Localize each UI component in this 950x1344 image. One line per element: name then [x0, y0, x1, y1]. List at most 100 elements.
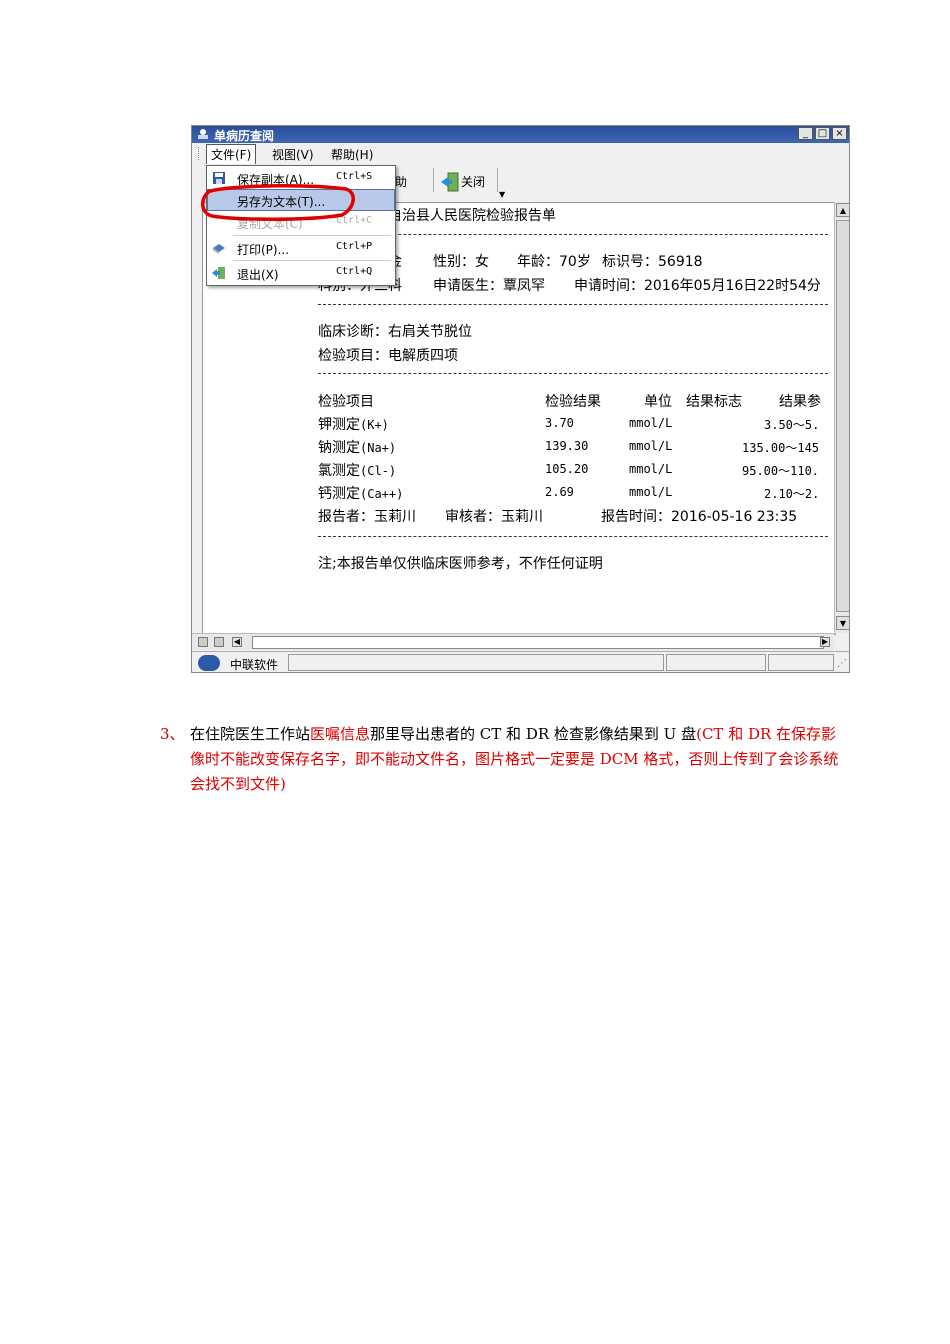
- menu-item-shortcut: Ctrl+P: [336, 241, 373, 252]
- menu-file[interactable]: 文件(F): [206, 144, 257, 165]
- test-code: (Na+): [360, 441, 397, 455]
- step-number: 3、: [160, 725, 185, 743]
- view-mode-icon[interactable]: [214, 637, 224, 647]
- menu-separator: [233, 260, 391, 261]
- scroll-left-icon[interactable]: ◀: [232, 637, 242, 647]
- app-icon: [196, 128, 210, 140]
- menu-item-shortcut: Ctrl+C: [336, 215, 373, 226]
- horizontal-scroll-thumb[interactable]: [252, 636, 824, 649]
- close-button[interactable]: 关闭: [440, 172, 486, 192]
- instruction-highlight: 医嘱信息: [310, 725, 371, 743]
- exit-door-icon: [440, 172, 459, 192]
- test-unit: mmol/L: [629, 485, 673, 499]
- close-button-label: 关闭: [461, 174, 486, 189]
- table-row-name: 氯测定(Cl-): [318, 460, 396, 480]
- table-row-name: 钾测定(K+): [318, 414, 389, 434]
- divider: [318, 536, 828, 537]
- requesting-doctor: 申请医生：覃凤罕: [433, 278, 545, 294]
- test-unit: mmol/L: [629, 462, 673, 476]
- request-time: 申请时间：2016年05月16日22时54分: [574, 278, 821, 294]
- company-name: 中联软件: [230, 658, 279, 672]
- instruction-part: 在住院医生工作站: [190, 725, 311, 743]
- menubar-grip[interactable]: [198, 147, 201, 160]
- menu-item-print[interactable]: 打印(P)... Ctrl+P: [207, 237, 395, 259]
- test-result: 139.30: [545, 439, 589, 453]
- column-header-reference: 结果参: [779, 394, 821, 410]
- menu-view[interactable]: 视图(V): [269, 146, 317, 163]
- maximize-button[interactable]: □: [815, 127, 830, 140]
- instruction-text: 在住院医生工作站医嘱信息那里导出患者的 CT 和 DR 检查影像结果到 U 盘(…: [190, 722, 840, 797]
- menu-item-label: 保存副本(A)...: [237, 173, 315, 187]
- test-reference: 135.00～145: [742, 441, 820, 455]
- test-name: 钙测定: [318, 486, 360, 502]
- menu-item-label: 打印(P)...: [237, 243, 290, 257]
- vertical-scroll-thumb[interactable]: [836, 220, 849, 612]
- menu-item-shortcut: Ctrl+S: [336, 171, 373, 182]
- toolbar-separator: [497, 168, 498, 192]
- toolbar-separator: [433, 168, 434, 192]
- status-panel: [288, 654, 664, 671]
- table-row-name: 钙测定(Ca++): [318, 483, 403, 503]
- scroll-right-icon[interactable]: ▶: [820, 637, 830, 647]
- scroll-down-icon[interactable]: ▼: [836, 616, 849, 630]
- horizontal-scrollbar[interactable]: ◀ ▶: [192, 633, 834, 650]
- status-panel: [768, 654, 834, 671]
- table-row-name: 钠测定(Na+): [318, 437, 396, 457]
- minimize-button[interactable]: _: [798, 127, 813, 140]
- menu-item-label: 复制文本(C): [237, 217, 303, 231]
- clinical-diagnosis: 临床诊断：右肩关节脱位: [318, 324, 472, 340]
- test-code: (K+): [360, 418, 389, 432]
- exit-door-icon: [212, 266, 226, 280]
- test-name: 钾测定: [318, 417, 360, 433]
- patient-id: 标识号：56918: [602, 254, 703, 270]
- test-reference: 95.00～110.: [742, 464, 820, 478]
- status-panel: [666, 654, 766, 671]
- test-name: 钠测定: [318, 440, 360, 456]
- printer-icon: [212, 241, 226, 255]
- view-mode-icon[interactable]: [198, 637, 208, 647]
- patient-age: 年龄：70岁: [517, 254, 591, 270]
- divider: [318, 304, 828, 305]
- test-item: 检验项目：电解质四项: [318, 348, 458, 364]
- close-window-button[interactable]: ×: [832, 127, 847, 140]
- column-header-unit: 单位: [644, 394, 672, 410]
- file-menu-dropdown: 保存副本(A)... Ctrl+S 另存为文本(T)... 复制文本(C) Ct…: [206, 165, 396, 286]
- test-result: 105.20: [545, 462, 589, 476]
- column-header-result: 检验结果: [545, 394, 601, 410]
- reviewer: 审核者：玉莉川: [445, 509, 543, 525]
- save-disk-icon: [212, 171, 226, 185]
- company-logo-icon: [198, 655, 220, 671]
- test-reference: 3.50～5.: [764, 418, 820, 432]
- menu-help[interactable]: 帮助(H): [328, 146, 376, 163]
- vertical-scrollbar[interactable]: ▲ ▼: [834, 202, 849, 633]
- instruction-part: 那里导出患者的 CT 和 DR 检查影像结果到 U 盘: [370, 725, 697, 743]
- scroll-up-icon[interactable]: ▲: [836, 203, 849, 217]
- column-header-flag: 结果标志: [686, 394, 742, 410]
- toolbar-overflow-icon[interactable]: ▼: [499, 190, 505, 199]
- test-unit: mmol/L: [629, 416, 673, 430]
- menu-item-copy-text: 复制文本(C) Ctrl+C: [207, 211, 395, 233]
- window-title: 单病历查阅: [214, 129, 275, 143]
- resize-grip-icon[interactable]: ⋰: [837, 658, 847, 669]
- menu-item-save-copy[interactable]: 保存副本(A)... Ctrl+S: [207, 167, 395, 189]
- menu-separator: [233, 235, 391, 236]
- menu-item-save-as-text[interactable]: 另存为文本(T)...: [207, 189, 395, 211]
- status-bar: 中联软件 ⋰: [192, 651, 849, 672]
- test-result: 3.70: [545, 416, 574, 430]
- menu-item-exit[interactable]: 退出(X) Ctrl+Q: [207, 262, 395, 284]
- test-code: (Ca++): [360, 487, 404, 501]
- column-header-item: 检验项目: [318, 394, 374, 410]
- title-bar: 单病历查阅 _ □ ×: [192, 126, 849, 143]
- menu-item-label: 另存为文本(T)...: [237, 195, 326, 209]
- divider: [318, 373, 828, 374]
- test-result: 2.69: [545, 485, 574, 499]
- menu-item-label: 退出(X): [237, 268, 279, 282]
- patient-gender: 性别：女: [433, 254, 489, 270]
- menu-item-shortcut: Ctrl+Q: [336, 266, 373, 277]
- menu-bar: 文件(F) 视图(V) 帮助(H): [192, 143, 849, 165]
- report-title: 自治县人民医院检验报告单: [388, 208, 556, 224]
- report-note: 注;本报告单仅供临床医师参考，不作任何证明: [318, 556, 603, 572]
- test-unit: mmol/L: [629, 439, 673, 453]
- report-time: 报告时间：2016-05-16 23:35: [601, 509, 798, 525]
- test-name: 氯测定: [318, 463, 360, 479]
